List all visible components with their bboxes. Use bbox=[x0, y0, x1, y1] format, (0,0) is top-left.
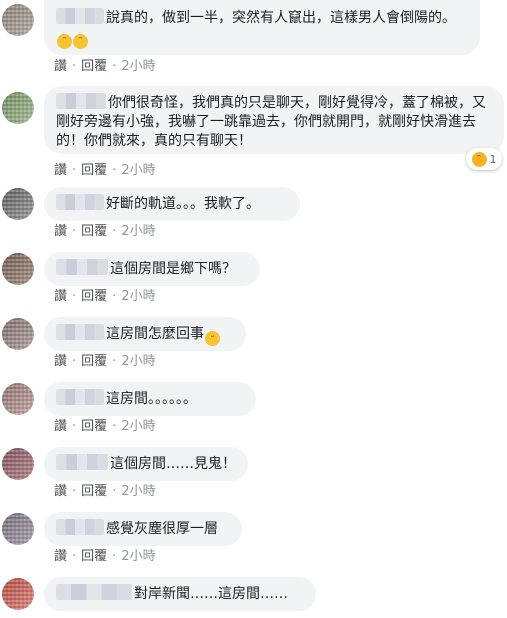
author-name-blurred[interactable] bbox=[56, 584, 132, 600]
comment-text: 這個房間……見鬼！ bbox=[110, 456, 236, 472]
comments-panel: { "comments": [ {"text": "說真的，做到一半，突然有人竄… bbox=[0, 0, 507, 618]
reaction-badge[interactable]: ᵔ1 bbox=[466, 148, 502, 170]
avatar[interactable] bbox=[2, 188, 34, 220]
like-button[interactable]: 讚 bbox=[54, 419, 67, 434]
timestamp[interactable]: 2小時 bbox=[121, 59, 155, 74]
avatar[interactable] bbox=[2, 448, 34, 480]
author-name-blurred[interactable] bbox=[56, 389, 104, 405]
comment-bubble: 這個房間是鄉下嗎？ bbox=[44, 252, 260, 286]
laughing-face-icon: ᵔ bbox=[73, 34, 88, 49]
comment-bubble: 說真的，做到一半，突然有人竄出，這樣男人會倒陽的。 ᵔ ᵔ bbox=[44, 0, 480, 55]
comment-actions: 讚 · 回覆 · 2小時 bbox=[54, 163, 156, 178]
reply-button[interactable]: 回覆 bbox=[81, 419, 107, 434]
timestamp[interactable]: 2小時 bbox=[121, 354, 155, 369]
like-button[interactable]: 讚 bbox=[54, 354, 67, 369]
timestamp[interactable]: 2小時 bbox=[121, 484, 155, 499]
reaction-count: 1 bbox=[489, 152, 497, 166]
author-name-blurred[interactable] bbox=[56, 454, 108, 470]
author-name-blurred[interactable] bbox=[56, 194, 104, 210]
comment-actions: 讚 · 回覆 · 2小時 bbox=[54, 289, 156, 304]
comment-actions: 讚 · 回覆 · 2小時 bbox=[54, 419, 156, 434]
timestamp[interactable]: 2小時 bbox=[121, 419, 155, 434]
haha-reaction-icon: ᵔ bbox=[471, 151, 487, 167]
avatar[interactable] bbox=[2, 578, 34, 610]
comment-actions: 讚 · 回覆 · 2小時 bbox=[54, 549, 156, 564]
timestamp[interactable]: 2小時 bbox=[121, 549, 155, 564]
comment-actions: 讚 · 回覆 · 2小時 bbox=[54, 59, 156, 74]
like-button[interactable]: 讚 bbox=[54, 289, 67, 304]
reply-button[interactable]: 回覆 bbox=[81, 289, 107, 304]
reply-button[interactable]: 回覆 bbox=[81, 484, 107, 499]
author-name-blurred[interactable] bbox=[56, 324, 104, 340]
comment-text: 你們很奇怪，我們真的只是聊天，剛好覺得冷，蓋了棉被，又剛好旁邊有小強，我嚇了一跳… bbox=[56, 95, 486, 149]
avatar[interactable] bbox=[2, 513, 34, 545]
comment-text: 對岸新聞……這房間…… bbox=[134, 586, 288, 602]
timestamp[interactable]: 2小時 bbox=[121, 289, 155, 304]
like-button[interactable]: 讚 bbox=[54, 163, 67, 178]
smiling-face-icon: ᵕ bbox=[205, 331, 220, 346]
like-button[interactable]: 讚 bbox=[54, 549, 67, 564]
comment-text: 這房間怎麼回事 bbox=[106, 326, 204, 342]
comment-bubble: 感覺灰塵很厚一層 bbox=[44, 512, 242, 546]
comment-bubble: 這房間。。。。。。 bbox=[44, 382, 256, 416]
avatar[interactable] bbox=[2, 92, 34, 124]
comment-text: 這房間。。。。。。 bbox=[106, 391, 197, 407]
comment-bubble: 這房間怎麼回事 ᵕ bbox=[44, 317, 246, 351]
comment-actions: 讚 · 回覆 · 2小時 bbox=[54, 484, 156, 499]
like-button[interactable]: 讚 bbox=[54, 59, 67, 74]
comment-text: 這個房間是鄉下嗎？ bbox=[110, 261, 236, 277]
author-name-blurred[interactable] bbox=[56, 8, 104, 24]
comment-text: 說真的，做到一半，突然有人竄出，這樣男人會倒陽的。 bbox=[106, 10, 456, 26]
author-name-blurred[interactable] bbox=[56, 259, 108, 275]
reply-button[interactable]: 回覆 bbox=[81, 354, 107, 369]
laughing-face-icon: ᵔ bbox=[57, 34, 72, 49]
comment-bubble: 對岸新聞……這房間…… bbox=[44, 577, 316, 611]
comment-bubble: 好斷的軌道。。。我軟了。 bbox=[44, 187, 300, 221]
comment-bubble: 你們很奇怪，我們真的只是聊天，剛好覺得冷，蓋了棉被，又剛好旁邊有小強，我嚇了一跳… bbox=[44, 86, 504, 154]
author-name-blurred[interactable] bbox=[56, 519, 104, 535]
comment-bubble: 這個房間……見鬼！ bbox=[44, 447, 248, 481]
reply-button[interactable]: 回覆 bbox=[81, 59, 107, 74]
avatar[interactable] bbox=[2, 4, 34, 36]
avatar[interactable] bbox=[2, 318, 34, 350]
comment-text: 感覺灰塵很厚一層 bbox=[106, 521, 218, 537]
comment-text: 好斷的軌道。。。我軟了。 bbox=[106, 196, 260, 212]
timestamp[interactable]: 2小時 bbox=[121, 224, 155, 239]
comment-actions: 讚 · 回覆 · 2小時 bbox=[54, 354, 156, 369]
like-button[interactable]: 讚 bbox=[54, 484, 67, 499]
reply-button[interactable]: 回覆 bbox=[81, 224, 107, 239]
reply-button[interactable]: 回覆 bbox=[81, 549, 107, 564]
avatar[interactable] bbox=[2, 383, 34, 415]
timestamp[interactable]: 2小時 bbox=[121, 163, 155, 178]
like-button[interactable]: 讚 bbox=[54, 224, 67, 239]
author-name-blurred[interactable] bbox=[56, 93, 106, 109]
reply-button[interactable]: 回覆 bbox=[81, 163, 107, 178]
comment-actions: 讚 · 回覆 · 2小時 bbox=[54, 224, 156, 239]
avatar[interactable] bbox=[2, 253, 34, 285]
